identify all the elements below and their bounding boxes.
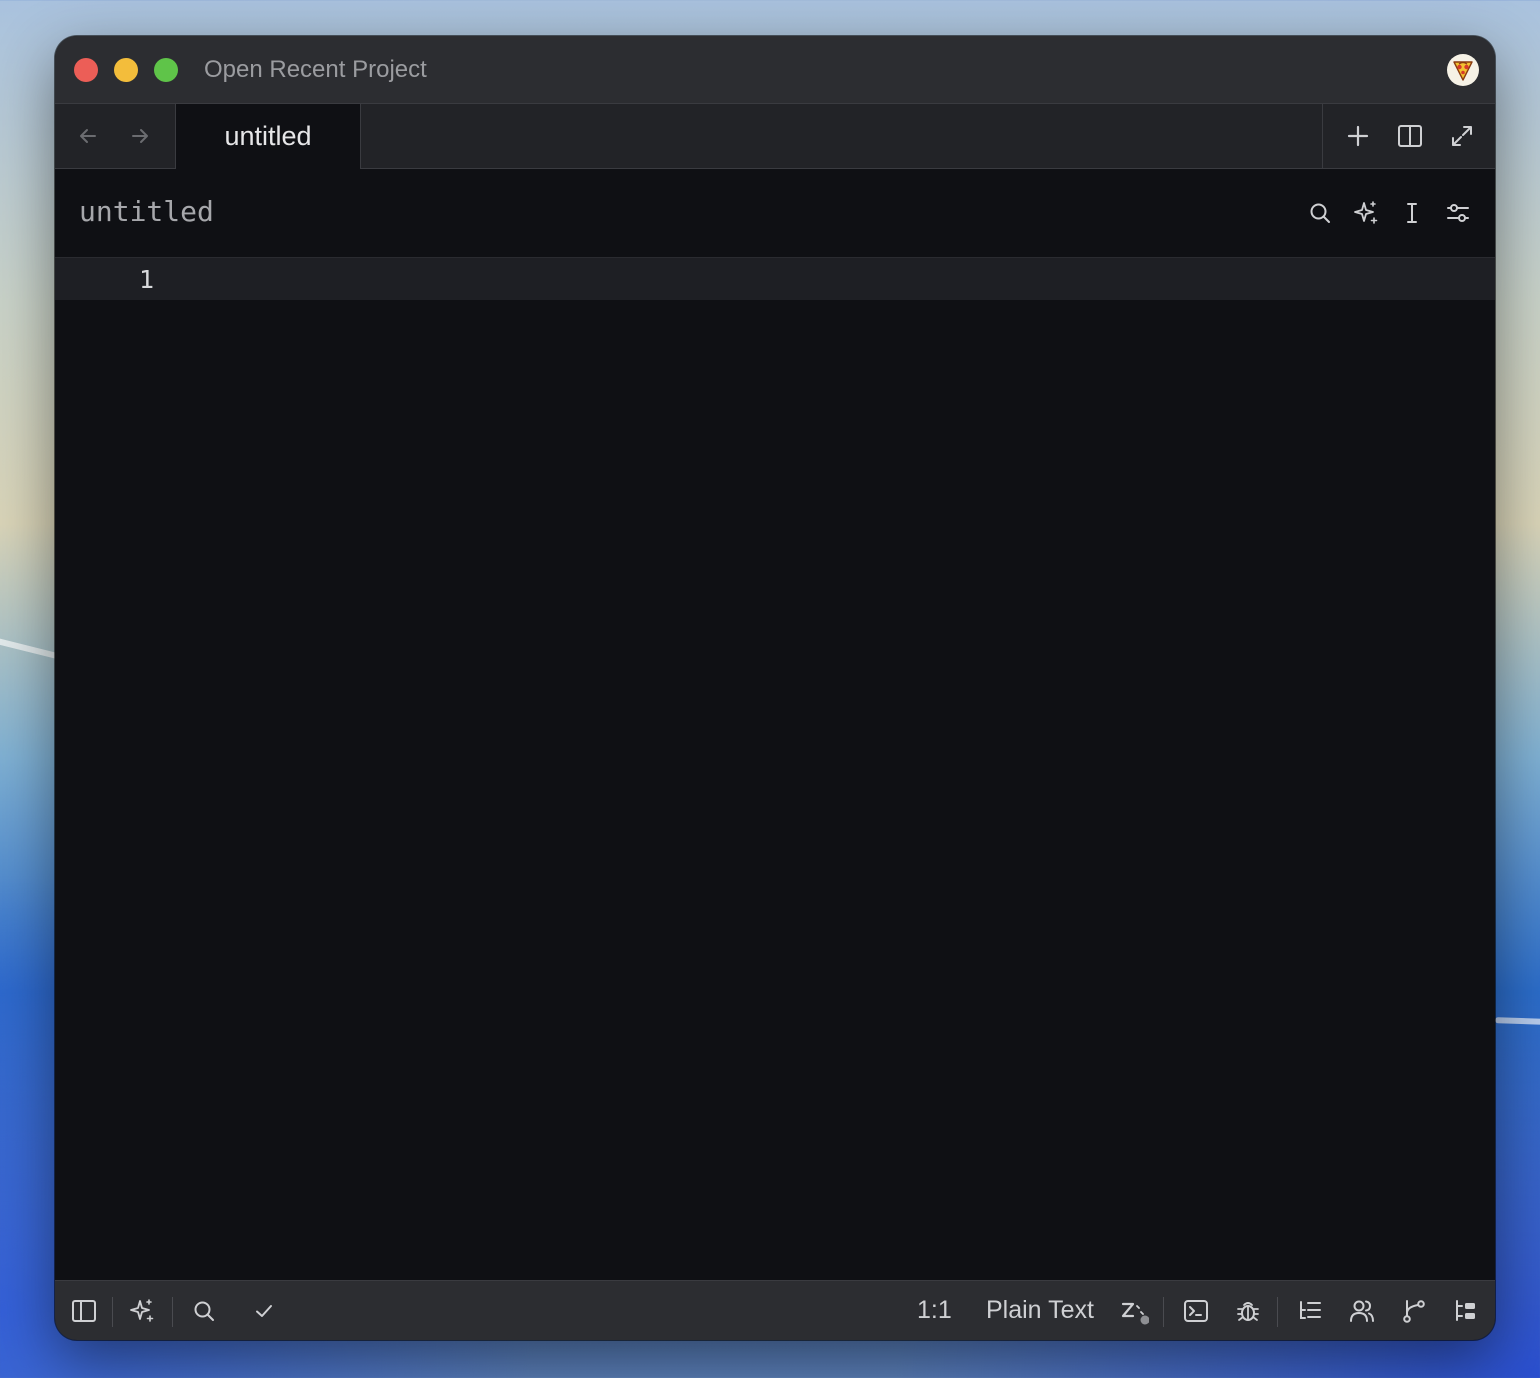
status-divider [1163, 1297, 1164, 1327]
outline-icon[interactable] [1295, 1296, 1325, 1326]
arrow-left-icon[interactable] [74, 122, 102, 150]
minimize-window-button[interactable] [114, 58, 138, 82]
tab-bar-actions [1322, 104, 1495, 168]
split-pane-icon[interactable] [1395, 121, 1425, 151]
arrow-right-icon[interactable] [126, 122, 154, 150]
search-icon[interactable] [1305, 198, 1335, 228]
sidebar-toggle-icon[interactable] [69, 1296, 99, 1326]
project-panel-icon[interactable] [1451, 1296, 1481, 1326]
text-cursor-icon[interactable] [1397, 198, 1427, 228]
plus-icon[interactable] [1343, 121, 1373, 151]
close-window-button[interactable] [74, 58, 98, 82]
wallpaper-streak [1494, 1017, 1540, 1025]
avatar-icon[interactable] [1447, 54, 1479, 86]
status-divider [1277, 1297, 1278, 1327]
status-divider [112, 1297, 113, 1327]
cursor-position[interactable]: 1:1 [917, 1296, 952, 1325]
line-number: 1 [139, 265, 155, 294]
window-title[interactable]: Open Recent Project [204, 56, 427, 84]
language-selector[interactable]: Plain Text [986, 1296, 1094, 1325]
terminal-icon[interactable] [1181, 1296, 1211, 1326]
tab-label: untitled [224, 121, 312, 151]
editor-area[interactable]: 1 [55, 258, 1495, 1280]
git-branch-icon[interactable] [1399, 1296, 1429, 1326]
title-bar: Open Recent Project [55, 36, 1495, 104]
wallpaper-streak [0, 636, 60, 660]
sparkle-icon[interactable] [127, 1296, 157, 1326]
sliders-icon[interactable] [1443, 198, 1473, 228]
maximize-icon[interactable] [1447, 121, 1477, 151]
sparkle-icon[interactable] [1351, 198, 1381, 228]
collab-users-icon[interactable] [1347, 1296, 1377, 1326]
check-icon[interactable] [249, 1296, 279, 1326]
zed-predict-icon[interactable] [1119, 1296, 1149, 1326]
debug-bug-icon[interactable] [1233, 1296, 1263, 1326]
app-window: Open Recent Project untitled untitled 1 … [55, 36, 1495, 1340]
breadcrumb: untitled [55, 169, 1495, 258]
search-icon[interactable] [189, 1296, 219, 1326]
status-divider [172, 1297, 173, 1327]
breadcrumb-path[interactable]: untitled [79, 195, 214, 228]
status-bar: 1:1 Plain Text [55, 1280, 1495, 1340]
tab-untitled[interactable]: untitled [175, 104, 361, 169]
zoom-window-button[interactable] [154, 58, 178, 82]
active-line-highlight: 1 [55, 258, 1495, 300]
tab-bar: untitled [55, 104, 1495, 169]
